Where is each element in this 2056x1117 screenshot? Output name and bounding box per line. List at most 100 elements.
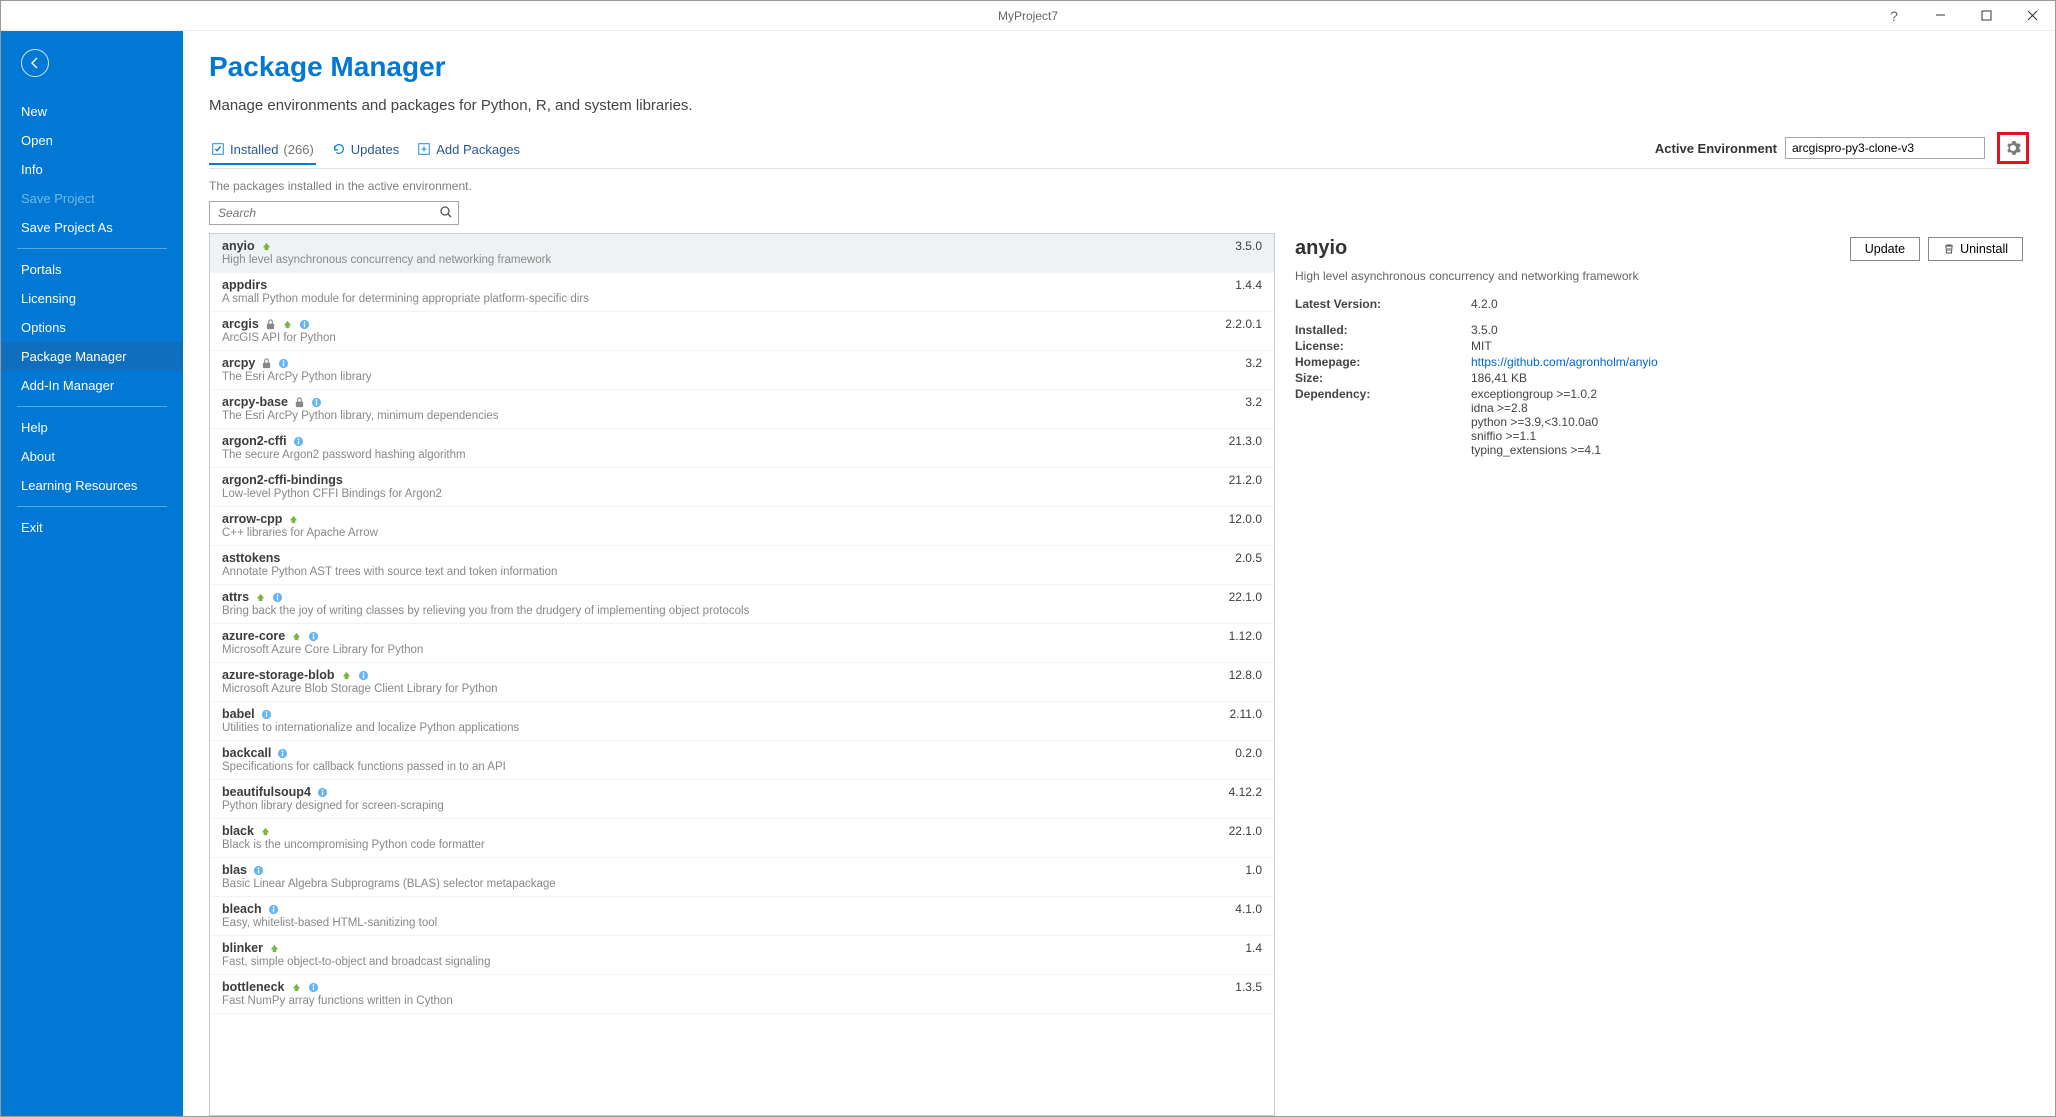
package-description: Specifications for callback functions pa… <box>222 761 1225 773</box>
dependency-item: idna >=2.8 <box>1471 401 1601 415</box>
side-options[interactable]: Options <box>1 313 183 342</box>
package-row[interactable]: backcallSpecifications for callback func… <box>210 741 1274 780</box>
update-available-icon <box>261 241 272 252</box>
side-open[interactable]: Open <box>1 126 183 155</box>
update-available-icon <box>282 319 293 330</box>
package-row[interactable]: argon2-cffi-bindingsLow-level Python CFF… <box>210 468 1274 507</box>
backstage-sidebar: NewOpenInfoSave ProjectSave Project AsPo… <box>1 31 183 1116</box>
package-row[interactable]: blasBasic Linear Algebra Subprograms (BL… <box>210 858 1274 897</box>
side-addin-manager[interactable]: Add-In Manager <box>1 371 183 400</box>
package-row[interactable]: babelUtilities to internationalize and l… <box>210 702 1274 741</box>
package-version: 22.1.0 <box>1219 824 1262 838</box>
package-row[interactable]: bleachEasy, whitelist-based HTML-sanitiz… <box>210 897 1274 936</box>
active-env-input[interactable] <box>1785 137 1985 159</box>
side-portals[interactable]: Portals <box>1 255 183 284</box>
package-row[interactable]: azure-storage-blobMicrosoft Azure Blob S… <box>210 663 1274 702</box>
tab-installed[interactable]: Installed (266) <box>209 136 316 165</box>
tab-installed-count: (266) <box>283 142 313 157</box>
homepage-link[interactable]: https://github.com/agronholm/anyio <box>1471 355 1658 369</box>
package-row[interactable]: bottleneckFast NumPy array functions wri… <box>210 975 1274 1014</box>
trash-icon <box>1943 243 1955 255</box>
update-available-icon <box>291 982 302 993</box>
info-icon <box>317 787 328 798</box>
info-icon <box>277 748 288 759</box>
package-version: 4.1.0 <box>1225 902 1262 916</box>
detail-subtitle: High level asynchronous concurrency and … <box>1295 269 2023 283</box>
info-icon <box>272 592 283 603</box>
package-row[interactable]: asttokensAnnotate Python AST trees with … <box>210 546 1274 585</box>
package-name: beautifulsoup4 <box>222 785 311 799</box>
package-row[interactable]: arcpy-baseThe Esri ArcPy Python library,… <box>210 390 1274 429</box>
size-value: 186,41 KB <box>1471 371 1527 385</box>
side-save-as[interactable]: Save Project As <box>1 213 183 242</box>
package-row[interactable]: blackBlack is the uncompromising Python … <box>210 819 1274 858</box>
info-icon <box>308 631 319 642</box>
package-row[interactable]: attrsBring back the joy of writing class… <box>210 585 1274 624</box>
package-version: 12.8.0 <box>1219 668 1262 682</box>
package-row[interactable]: beautifulsoup4Python library designed fo… <box>210 780 1274 819</box>
package-description: Black is the uncompromising Python code … <box>222 839 1219 851</box>
search-icon <box>439 205 453 219</box>
package-description: C++ libraries for Apache Arrow <box>222 527 1219 539</box>
package-row[interactable]: arrow-cppC++ libraries for Apache Arrow1… <box>210 507 1274 546</box>
side-help[interactable]: Help <box>1 413 183 442</box>
package-name: appdirs <box>222 278 267 292</box>
update-available-icon <box>260 826 271 837</box>
detail-title: anyio <box>1295 237 1347 260</box>
maximize-button[interactable] <box>1963 1 2009 31</box>
package-description: ArcGIS API for Python <box>222 332 1215 344</box>
help-button[interactable]: ? <box>1871 1 1917 31</box>
package-row[interactable]: appdirsA small Python module for determi… <box>210 273 1274 312</box>
update-available-icon <box>269 943 280 954</box>
side-info[interactable]: Info <box>1 155 183 184</box>
side-package-manager[interactable]: Package Manager <box>1 342 183 371</box>
uninstall-button[interactable]: Uninstall <box>1928 237 2023 261</box>
info-icon <box>308 982 319 993</box>
package-version: 21.3.0 <box>1219 434 1262 448</box>
package-version: 1.0 <box>1235 863 1262 877</box>
latest-label: Latest Version: <box>1295 297 1471 311</box>
latest-value: 4.2.0 <box>1471 297 1498 311</box>
homepage-label: Homepage: <box>1295 355 1471 369</box>
titlebar: MyProject7 ? <box>1 1 2055 31</box>
search-input[interactable] <box>209 201 459 225</box>
close-button[interactable] <box>2009 1 2055 31</box>
side-new[interactable]: New <box>1 97 183 126</box>
package-row[interactable]: azure-coreMicrosoft Azure Core Library f… <box>210 624 1274 663</box>
info-icon <box>261 709 272 720</box>
environment-settings-button[interactable] <box>1997 132 2029 164</box>
package-version: 22.1.0 <box>1219 590 1262 604</box>
tab-updates[interactable]: Updates <box>330 136 401 165</box>
package-description: Low-level Python CFFI Bindings for Argon… <box>222 488 1219 500</box>
dependency-item: typing_extensions >=4.1 <box>1471 443 1601 457</box>
side-licensing[interactable]: Licensing <box>1 284 183 313</box>
package-version: 2.2.0.1 <box>1215 317 1262 331</box>
package-row[interactable]: arcgisArcGIS API for Python2.2.0.1 <box>210 312 1274 351</box>
lock-icon <box>294 397 305 408</box>
package-name: babel <box>222 707 255 721</box>
package-row[interactable]: anyioHigh level asynchronous concurrency… <box>210 234 1274 273</box>
back-button[interactable] <box>21 49 49 77</box>
side-about[interactable]: About <box>1 442 183 471</box>
package-name: azure-storage-blob <box>222 668 335 682</box>
package-name: black <box>222 824 254 838</box>
dependency-item: sniffio >=1.1 <box>1471 429 1601 443</box>
update-button[interactable]: Update <box>1850 237 1920 261</box>
gear-icon <box>2005 140 2021 156</box>
package-name: anyio <box>222 239 255 253</box>
package-name: arcpy-base <box>222 395 288 409</box>
dependency-item: python >=3.9,<3.10.0a0 <box>1471 415 1601 429</box>
package-version: 3.5.0 <box>1225 239 1262 253</box>
tab-add-packages[interactable]: Add Packages <box>415 136 522 165</box>
package-row[interactable]: argon2-cffiThe secure Argon2 password ha… <box>210 429 1274 468</box>
package-row[interactable]: blinkerFast, simple object-to-object and… <box>210 936 1274 975</box>
side-learning[interactable]: Learning Resources <box>1 471 183 500</box>
package-description: The Esri ArcPy Python library, minimum d… <box>222 410 1235 422</box>
package-list[interactable]: anyioHigh level asynchronous concurrency… <box>209 233 1275 1116</box>
tab-updates-label: Updates <box>351 142 399 157</box>
package-name: blas <box>222 863 247 877</box>
side-exit[interactable]: Exit <box>1 513 183 542</box>
package-row[interactable]: arcpyThe Esri ArcPy Python library3.2 <box>210 351 1274 390</box>
minimize-button[interactable] <box>1917 1 1963 31</box>
package-name: backcall <box>222 746 271 760</box>
